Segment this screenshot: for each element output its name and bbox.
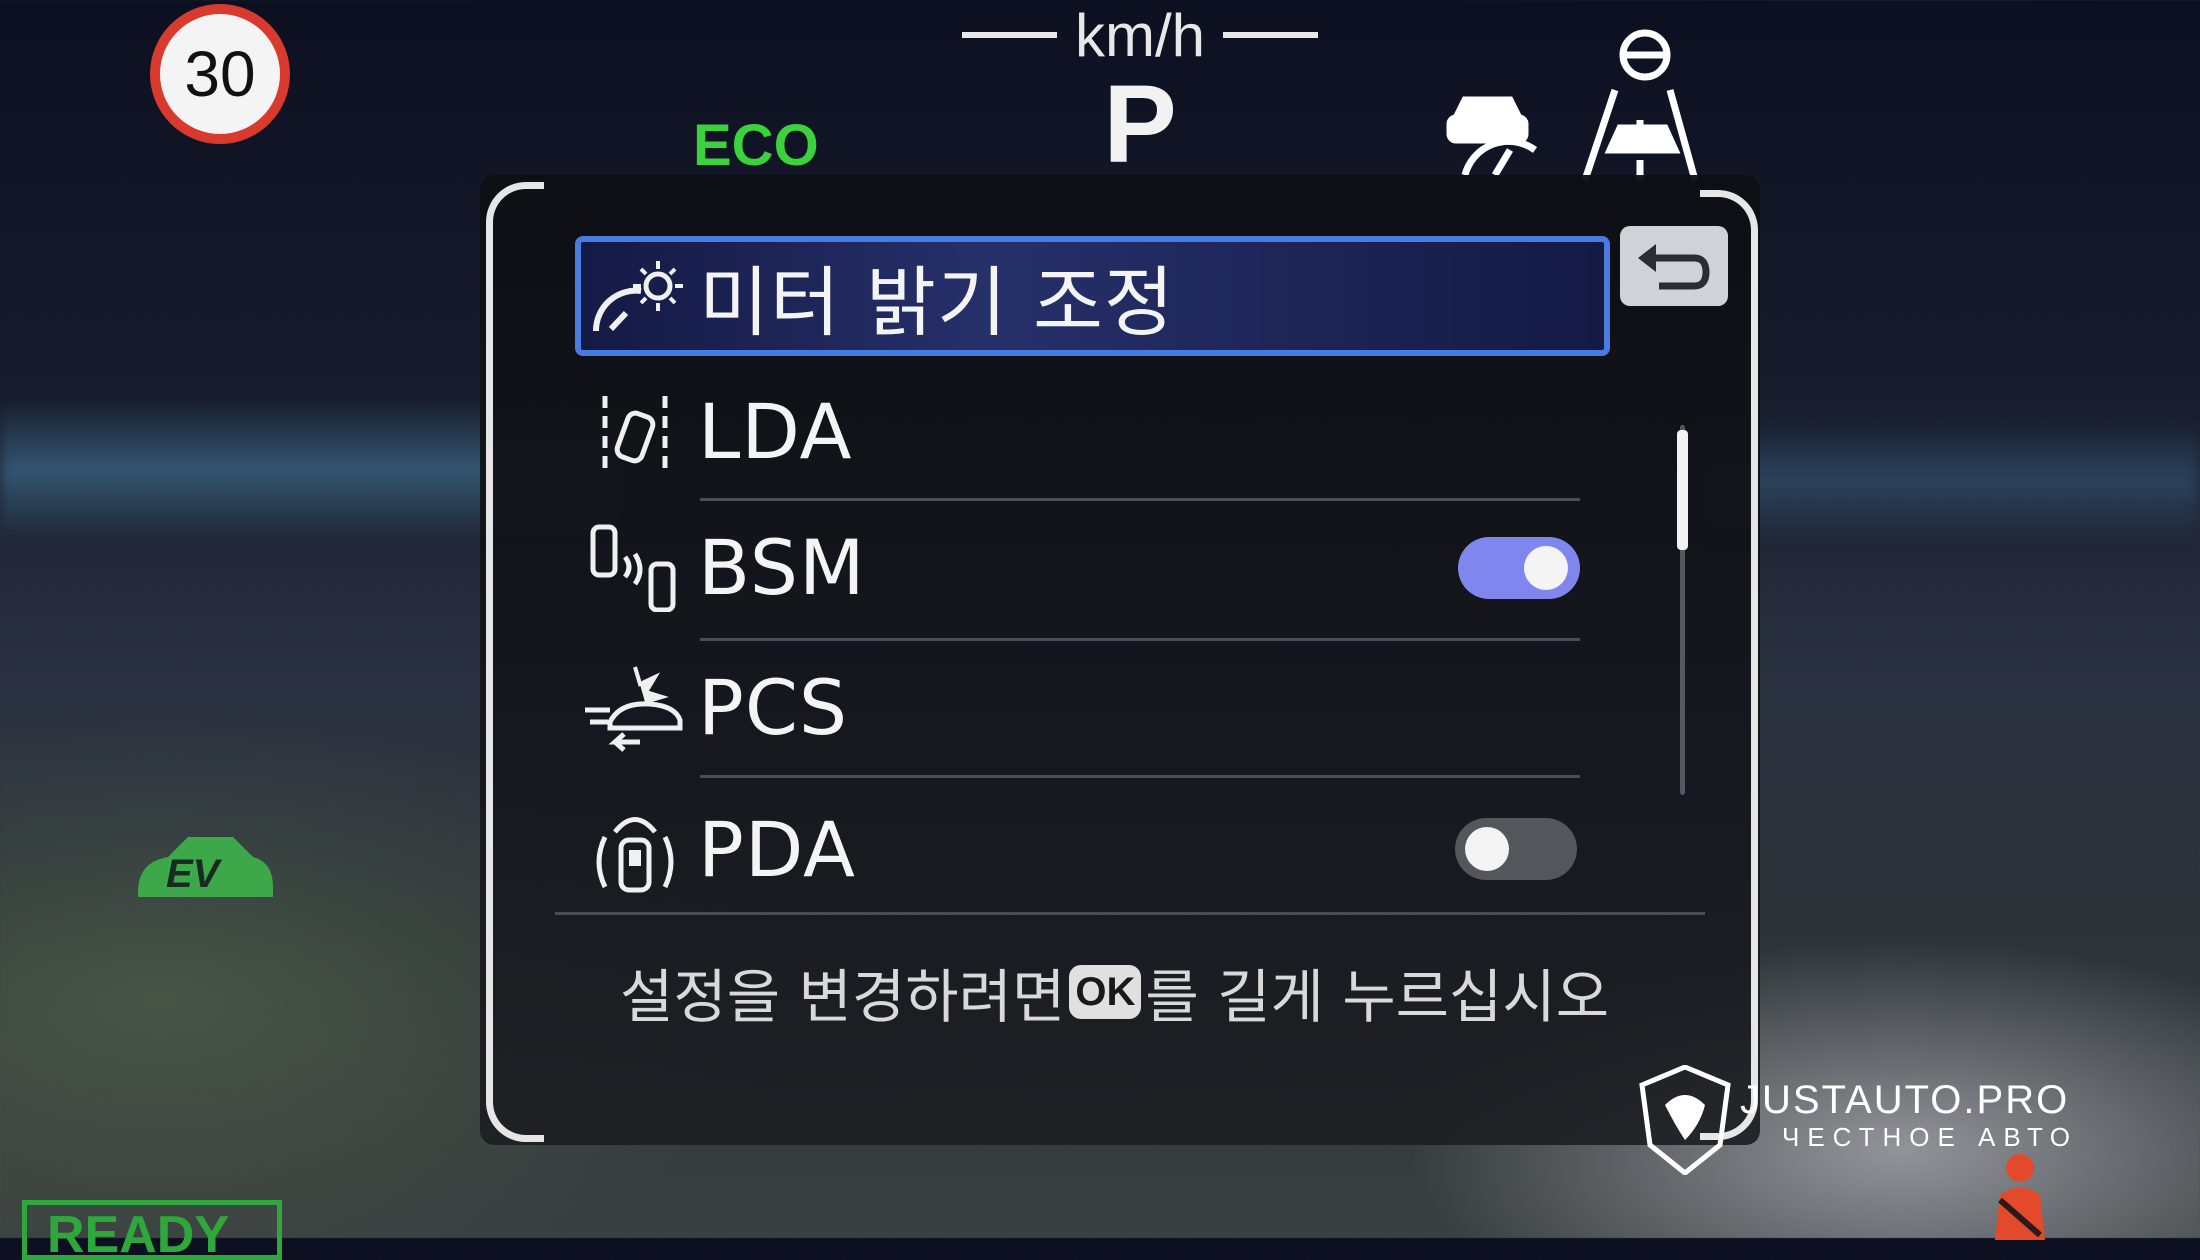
bsm-toggle[interactable]: [1458, 537, 1580, 599]
menu-divider: [700, 498, 1580, 501]
pda-toggle[interactable]: [1455, 818, 1577, 880]
watermark-subtitle: ЧЕСТНОЕ АВТО: [1782, 1122, 2078, 1152]
menu-footer-divider: [555, 912, 1705, 915]
lane-departure-icon: [580, 381, 690, 481]
panel-frame-left: [486, 182, 544, 1142]
speed-limit-value: 30: [184, 38, 256, 110]
adas-status-icons: [1446, 29, 1699, 182]
menu-divider: [700, 775, 1580, 778]
menu-item-label: 미터 밝기 조정: [699, 258, 1175, 347]
menu-hint: 설정을 변경하려면 OK 를 길게 누르십시오: [620, 950, 1620, 1034]
gear-indicator: P: [1103, 63, 1177, 186]
speed-unit: km/h: [1074, 1, 1206, 69]
drive-mode-indicator: ECO: [693, 113, 819, 178]
menu-item-label: PDA: [698, 804, 857, 894]
unit-dash-right: [1223, 32, 1319, 38]
ok-button-badge: OK: [1069, 965, 1142, 1019]
speed-limit-sign: 30: [150, 4, 290, 144]
meter-brightness-icon: [581, 246, 691, 346]
menu-item-bsm[interactable]: BSM: [580, 508, 1610, 626]
menu-item-meter-brightness[interactable]: 미터 밝기 조정: [575, 236, 1610, 356]
menu-item-label: PCS: [698, 662, 849, 752]
lane-trace-icon: [1581, 29, 1699, 182]
pre-collision-icon: [580, 657, 690, 757]
unit-dash-left: [961, 32, 1057, 38]
watermark-title: JUSTAUTO.PRO: [1740, 1078, 2070, 1122]
menu-divider: [700, 638, 1580, 641]
ready-indicator: READY: [22, 1200, 282, 1260]
hint-text-after: 를 길게 누르십시오: [1145, 963, 1610, 1031]
back-button[interactable]: [1620, 226, 1728, 306]
menu-item-lda[interactable]: LDA: [580, 372, 1610, 490]
background-light-streak: [1700, 420, 2200, 540]
hint-text-before: 설정을 변경하려면: [620, 963, 1066, 1031]
return-arrow-icon: [1638, 244, 1710, 290]
menu-item-label: LDA: [698, 386, 853, 476]
proactive-driving-icon: [580, 799, 690, 899]
radar-cruise-icon: [1446, 96, 1538, 177]
panel-frame-right: [1700, 190, 1758, 1140]
menu-item-pcs[interactable]: PCS: [580, 648, 1610, 766]
toggle-knob: [1524, 546, 1568, 590]
toggle-knob: [1465, 827, 1509, 871]
blind-spot-icon: [580, 517, 690, 617]
speed-unit-row: km/h: [940, 0, 1340, 70]
menu-scrollbar-thumb[interactable]: [1677, 430, 1688, 550]
ev-badge-text: EV: [166, 852, 223, 896]
ev-mode-icon: EV: [138, 837, 273, 897]
menu-item-label: BSM: [698, 522, 866, 612]
